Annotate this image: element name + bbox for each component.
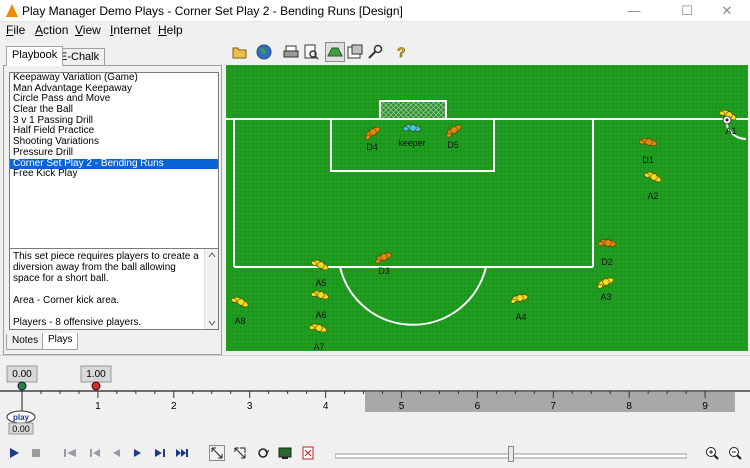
player-label: D4: [366, 142, 378, 152]
tools-icon[interactable]: [365, 42, 385, 62]
player-label: A1: [725, 126, 736, 136]
zoom-out-icon[interactable]: [727, 445, 743, 461]
player-label: D5: [447, 140, 459, 150]
next-step-icon[interactable]: [152, 445, 168, 461]
player-label: A6: [315, 310, 326, 320]
goal: [379, 100, 447, 120]
svg-text:?: ?: [397, 44, 406, 60]
player-label: keeper: [398, 138, 426, 148]
close-button[interactable]: ✕: [704, 0, 750, 22]
tab-playbook[interactable]: Playbook: [6, 46, 64, 66]
player-label: D1: [642, 155, 654, 165]
loop-icon[interactable]: [255, 445, 271, 461]
playback-controls: [0, 440, 750, 468]
menu-action[interactable]: Action: [35, 23, 68, 37]
list-item[interactable]: Pressure Drill: [10, 147, 218, 159]
minimize-button[interactable]: —: [611, 0, 657, 22]
timeline-tick-label: 3: [247, 401, 253, 412]
tab-notes[interactable]: Notes: [6, 334, 45, 350]
player-label: A4: [515, 312, 526, 322]
svg-text:1.00: 1.00: [86, 369, 106, 380]
help-icon[interactable]: ?: [391, 42, 411, 62]
last-frame-icon[interactable]: [174, 445, 190, 461]
open-folder-icon[interactable]: [230, 42, 250, 62]
player-label: A5: [315, 278, 326, 288]
player-label: D2: [601, 257, 613, 267]
timeline: 0.00 1.00 1 2 3 4 5 6 7 8 9 play 0.00: [0, 355, 750, 435]
timeline-tick-label: 9: [702, 401, 708, 412]
menu-bar: File Action View Internet Help: [0, 22, 750, 38]
menu-file[interactable]: File: [6, 23, 25, 37]
resize-icon[interactable]: [232, 445, 248, 461]
timeline-tick-label: 6: [475, 401, 481, 412]
play-description: This set piece requires players to creat…: [9, 248, 219, 330]
properties-icon[interactable]: [345, 42, 365, 62]
globe-icon[interactable]: [254, 42, 274, 62]
stop-icon[interactable]: [28, 445, 44, 461]
grass: [226, 65, 748, 351]
timeline-tick-label: 5: [399, 401, 405, 412]
player-label: D3: [378, 266, 390, 276]
timeline-tick-label: 7: [551, 401, 557, 412]
tab-plays[interactable]: Plays: [42, 333, 79, 350]
first-frame-icon[interactable]: [62, 445, 78, 461]
speed-slider[interactable]: [334, 446, 688, 462]
timeline-playhead[interactable]: play 0.00: [6, 391, 36, 435]
timeline-tick-label: 8: [626, 401, 632, 412]
soccer-field[interactable]: D4 keeper D5 D1 D3 D2 A1 A2 A3 A4 A5 A6 A7 A8: [226, 65, 748, 351]
menu-view[interactable]: View: [75, 23, 101, 37]
play-icon[interactable]: [6, 445, 22, 461]
record-icon[interactable]: [277, 445, 293, 461]
menu-internet[interactable]: Internet: [110, 23, 151, 37]
toolbar: ?: [225, 40, 750, 64]
delete-frame-icon[interactable]: [300, 445, 316, 461]
description-paragraph: This set piece requires players to creat…: [13, 251, 199, 284]
player-label: A3: [600, 292, 611, 302]
field-view-icon[interactable]: [325, 42, 345, 62]
ball[interactable]: [722, 115, 732, 125]
app-cone-icon: [6, 4, 18, 17]
prev-step-icon[interactable]: [87, 445, 103, 461]
description-paragraph: Players - 8 offensive players.: [13, 317, 142, 328]
timeline-start-marker[interactable]: 0.00: [6, 365, 38, 391]
description-scrollbar[interactable]: [204, 249, 218, 329]
svg-text:play: play: [13, 413, 30, 422]
player-label: A8: [234, 316, 245, 326]
next-frame-icon[interactable]: [130, 445, 146, 461]
window-title: Play Manager Demo Plays - Corner Set Pla…: [22, 4, 403, 18]
list-item[interactable]: Free Kick Play: [10, 168, 218, 180]
timeline-tick-label: 4: [323, 401, 329, 412]
timeline-tick-label: 2: [171, 401, 177, 412]
speed-slider-thumb[interactable]: [508, 446, 514, 462]
prev-frame-icon[interactable]: [108, 445, 124, 461]
timeline-tick-label: 1: [95, 401, 101, 412]
select-move-icon[interactable]: [209, 445, 225, 461]
title-bar: Play Manager Demo Plays - Corner Set Pla…: [0, 0, 750, 22]
zoom-in-icon[interactable]: [704, 445, 720, 461]
print-preview-icon[interactable]: [301, 42, 321, 62]
player-label: A2: [647, 191, 658, 201]
timeline-current-marker[interactable]: 1.00: [80, 365, 112, 391]
svg-text:0.00: 0.00: [12, 369, 32, 380]
print-icon[interactable]: [281, 42, 301, 62]
svg-text:0.00: 0.00: [12, 424, 30, 434]
description-paragraph: Area - Corner kick area.: [13, 295, 120, 306]
player-label: A7: [313, 342, 324, 351]
menu-help[interactable]: Help: [158, 23, 183, 37]
